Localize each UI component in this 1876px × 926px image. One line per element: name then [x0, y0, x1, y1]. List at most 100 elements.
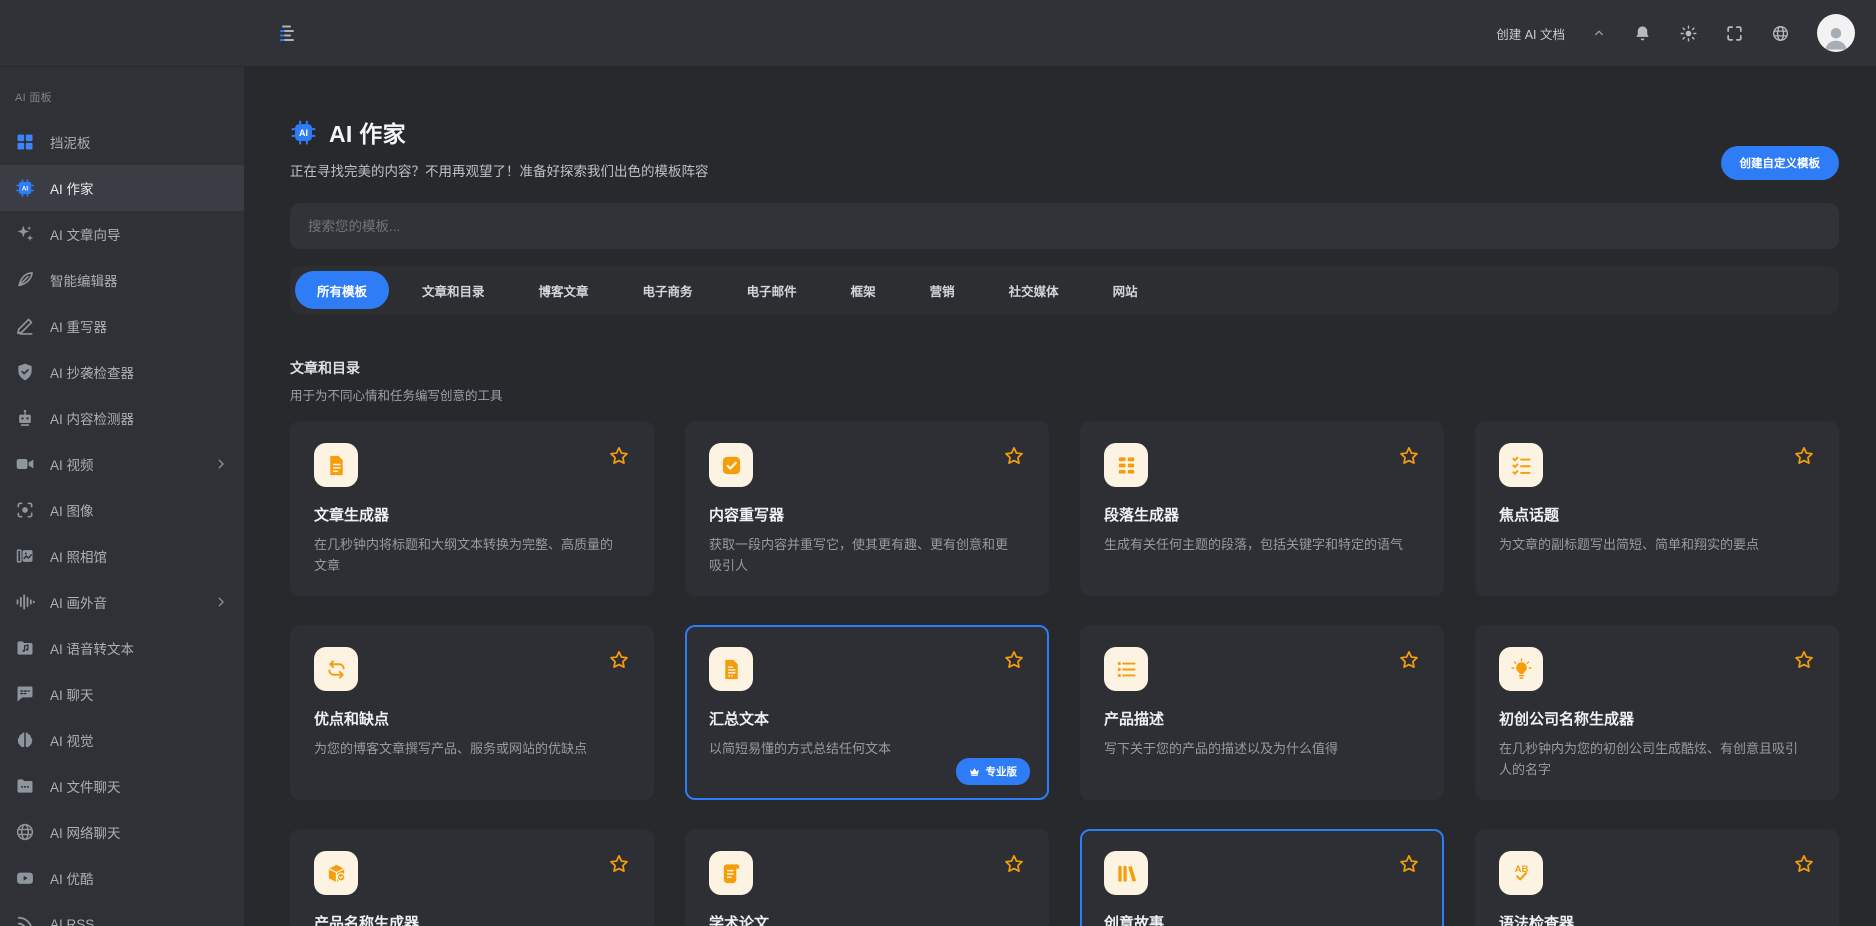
favorite-star-icon[interactable]: [1003, 445, 1025, 467]
tab-category[interactable]: 框架: [824, 271, 903, 309]
template-card[interactable]: 初创公司名称生成器在几秒钟内为您的初创公司生成酷炫、有创意且吸引人的名字: [1475, 625, 1839, 800]
favorite-star-icon[interactable]: [1003, 649, 1025, 671]
tab-category[interactable]: 博客文章: [512, 271, 616, 309]
sidebar-item[interactable]: AI 重写器: [0, 303, 244, 349]
tab-category[interactable]: 营销: [903, 271, 982, 309]
sidebar-item-label: AI 优酷: [50, 868, 94, 888]
favorite-star-icon[interactable]: [608, 853, 630, 875]
svg-text:AI: AI: [299, 128, 308, 138]
sidebar-section-label: AI 面板: [0, 81, 244, 119]
sidebar-item[interactable]: AI 图像: [0, 487, 244, 533]
card-title: 汇总文本: [709, 708, 1025, 729]
doc-summary-icon: [709, 647, 753, 691]
tab-category[interactable]: 电子邮件: [720, 271, 824, 309]
ai-chip-icon: AI: [290, 119, 317, 146]
sidebar-item[interactable]: AI RSS: [0, 901, 244, 926]
tab-category[interactable]: 文章和目录: [395, 271, 512, 309]
sidebar-item[interactable]: AI 抄袭检查器: [0, 349, 244, 395]
card-title: 语法检查器: [1499, 912, 1815, 926]
sidebar-item[interactable]: 智能编辑器: [0, 257, 244, 303]
youtube-icon: [15, 868, 35, 888]
card-title: 产品名称生成器: [314, 912, 630, 926]
sidebar-item[interactable]: AI 文章向导: [0, 211, 244, 257]
template-card[interactable]: 创意故事允许 AI 根据输入文本为您生成创意故事: [1080, 829, 1444, 926]
sidebar-item[interactable]: AI 视频: [0, 441, 244, 487]
favorite-star-icon[interactable]: [608, 445, 630, 467]
card-title: 焦点话题: [1499, 504, 1815, 525]
sparkles-icon: [15, 224, 35, 244]
card-description: 获取一段内容并重写它，使其更有趣、更有创意和更吸引人: [709, 534, 1025, 576]
check-square-icon: [709, 443, 753, 487]
dashboard-icon: [15, 132, 35, 152]
tab-category[interactable]: 网站: [1086, 271, 1165, 309]
sidebar-item[interactable]: AI 文件聊天: [0, 763, 244, 809]
card-description: 在几秒钟内为您的初创公司生成酷炫、有创意且吸引人的名字: [1499, 738, 1815, 780]
tab-active[interactable]: 所有模板: [295, 271, 389, 309]
favorite-star-icon[interactable]: [1398, 649, 1420, 671]
chevron-right-icon: [214, 457, 228, 471]
sidebar-item[interactable]: AI 内容检测器: [0, 395, 244, 441]
sidebar-item-label: AI 视觉: [50, 730, 94, 750]
favorite-star-icon[interactable]: [1398, 853, 1420, 875]
card-description: 写下关于您的产品的描述以及为什么值得: [1104, 738, 1420, 759]
sidebar-item[interactable]: AI 照相馆: [0, 533, 244, 579]
photo-gallery-icon: [15, 546, 35, 566]
template-card[interactable]: AB语法检查器确保您的内容中没有错误: [1475, 829, 1839, 926]
favorite-star-icon[interactable]: [1398, 445, 1420, 467]
card-title: 产品描述: [1104, 708, 1420, 729]
section-title: 文章和目录: [290, 358, 1839, 378]
scroll-icon: [709, 851, 753, 895]
menu-toggle-icon[interactable]: [274, 20, 300, 46]
template-card[interactable]: 产品名称生成器根据示例词创建创意商品名称: [290, 829, 654, 926]
template-card[interactable]: 文章生成器在几秒钟内将标题和大纲文本转换为完整、高质量的文章: [290, 421, 654, 596]
pro-badge: 专业版: [956, 758, 1031, 785]
tab-category[interactable]: 电子商务: [616, 271, 720, 309]
fullscreen-icon[interactable]: [1725, 24, 1744, 43]
user-avatar[interactable]: [1817, 14, 1855, 52]
sidebar-item[interactable]: AI 视觉: [0, 717, 244, 763]
favorite-star-icon[interactable]: [1793, 649, 1815, 671]
card-description: 为文章的副标题写出简短、简单和翔实的要点: [1499, 534, 1815, 555]
template-card[interactable]: 段落生成器生成有关任何主题的段落，包括关键字和特定的语气: [1080, 421, 1444, 596]
chevron-up-icon[interactable]: [1592, 26, 1606, 40]
card-title: 学术论文: [709, 912, 1025, 926]
search-input[interactable]: [290, 203, 1839, 249]
brand-area: [0, 0, 244, 66]
grammar-icon: AB: [1499, 851, 1543, 895]
bell-icon[interactable]: [1633, 24, 1652, 43]
create-custom-template-button[interactable]: 创建自定义模板: [1721, 146, 1840, 180]
favorite-star-icon[interactable]: [1003, 853, 1025, 875]
folder-chat-icon: [15, 776, 35, 796]
favorite-star-icon[interactable]: [1793, 445, 1815, 467]
favorite-star-icon[interactable]: [608, 649, 630, 671]
rss-icon: [15, 914, 35, 926]
sun-icon[interactable]: [1679, 24, 1698, 43]
sidebar-item[interactable]: AI 网络聊天: [0, 809, 244, 855]
sidebar-item-label: AI 重写器: [50, 316, 107, 336]
template-card[interactable]: 焦点话题为文章的副标题写出简短、简单和翔实的要点: [1475, 421, 1839, 596]
template-card[interactable]: 汇总文本以简短易懂的方式总结任何文本专业版: [685, 625, 1049, 800]
template-card[interactable]: 内容重写器获取一段内容并重写它，使其更有趣、更有创意和更吸引人: [685, 421, 1049, 596]
sidebar-item[interactable]: 挡泥板: [0, 119, 244, 165]
template-card[interactable]: 学术论文只需一秒钟即可为各种主题创建创意学术论文: [685, 829, 1049, 926]
template-card[interactable]: 产品描述写下关于您的产品的描述以及为什么值得: [1080, 625, 1444, 800]
globe-icon[interactable]: [1771, 24, 1790, 43]
ai-chip-icon: AI: [15, 178, 35, 198]
section-subtitle: 用于为不同心情和任务编写创意的工具: [290, 385, 1839, 404]
document-icon: [314, 443, 358, 487]
tab-category[interactable]: 社交媒体: [982, 271, 1086, 309]
sidebar-item-label: AI 照相馆: [50, 546, 107, 566]
sidebar-item-label: 智能编辑器: [50, 270, 118, 290]
card-title: 初创公司名称生成器: [1499, 708, 1815, 729]
favorite-star-icon[interactable]: [1793, 853, 1815, 875]
sidebar-item[interactable]: AIAI 作家: [0, 165, 244, 211]
sidebar-item[interactable]: AI 画外音: [0, 579, 244, 625]
main-content: AI AI 作家 正在寻找完美的内容？不用再观望了！准备好探索我们出色的模板阵容…: [244, 67, 1876, 926]
sidebar-item[interactable]: AI 优酷: [0, 855, 244, 901]
sidebar-item-label: AI RSS: [50, 917, 94, 926]
sidebar-item[interactable]: AI 语音转文本: [0, 625, 244, 671]
sidebar-item[interactable]: AI 聊天: [0, 671, 244, 717]
template-card[interactable]: 优点和缺点为您的博客文章撰写产品、服务或网站的优缺点: [290, 625, 654, 800]
create-ai-doc-link[interactable]: 创建 AI 文档: [1496, 24, 1565, 43]
sidebar-item-label: AI 内容检测器: [50, 408, 134, 428]
